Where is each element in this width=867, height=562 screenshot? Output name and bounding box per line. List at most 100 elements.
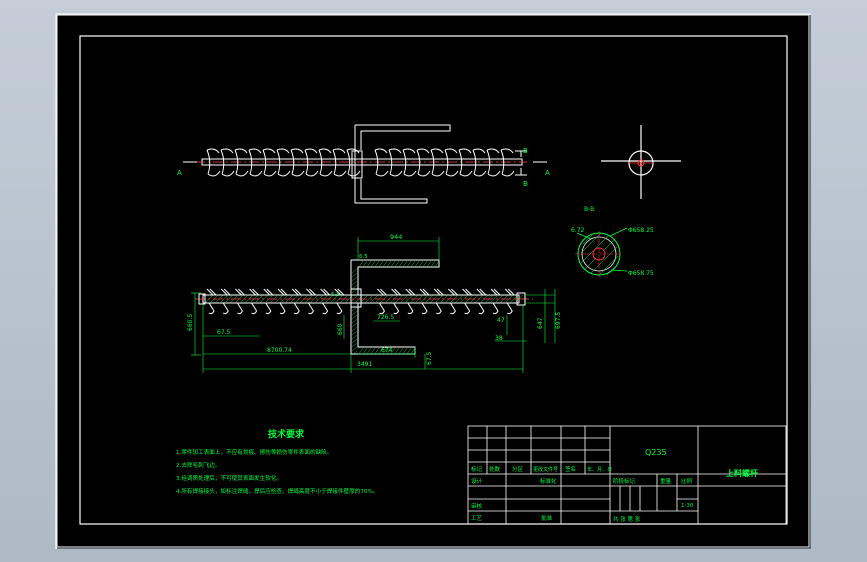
dim-right-d: 38 (495, 335, 503, 342)
dim-right-c: 697.5 (555, 312, 562, 329)
hatch-line (394, 260, 400, 268)
sheets-count: 共 张 第 张 (613, 515, 641, 523)
hatch-line (370, 260, 376, 268)
hatch-line (414, 260, 420, 268)
flight-bottom (319, 170, 333, 177)
hatch-line (351, 310, 358, 316)
end-view (601, 125, 681, 199)
section-title: B-B (584, 206, 594, 213)
flight-lower (393, 302, 400, 315)
hatch-line (351, 338, 358, 344)
hatch-line (434, 260, 440, 268)
tech-item-1: 1.零件加工表面上，不应有划痕、擦伤等损伤零件表面的缺陷。 (176, 448, 332, 456)
col-change-doc: 更改文件号 (533, 466, 558, 473)
review-label: 审核 (471, 502, 483, 510)
flight-top (388, 148, 402, 154)
flight-upper (235, 288, 245, 296)
flight-lower (407, 302, 414, 315)
flight-upper (291, 288, 302, 296)
flight-top (430, 148, 444, 154)
flight-lower (208, 302, 215, 315)
hatch-line (351, 346, 358, 352)
hatch-line (362, 347, 368, 355)
hatch-line (426, 260, 432, 268)
tech-item-2: 2.去除毛刺飞边。 (176, 461, 221, 469)
flight-upper (220, 288, 231, 296)
flight-lower (449, 302, 456, 315)
flight-top (402, 148, 416, 154)
section-mark-b-top: B (523, 147, 528, 155)
dim-top-offset: 6.5 (359, 254, 368, 260)
hatch-line (358, 347, 364, 355)
flight-top (290, 148, 304, 154)
flight-bottom (277, 170, 291, 177)
technical-requirements: 技术要求 1.零件加工表面上，不应有划痕、擦伤等损伤零件表面的缺陷。 2.去除毛… (176, 428, 378, 495)
flight-bottom (263, 170, 277, 177)
flight-lower (293, 302, 300, 315)
flight-top (444, 148, 458, 154)
flight-upper (476, 288, 487, 296)
flight-bottom (291, 170, 305, 177)
flight-bottom (487, 170, 501, 177)
hatch-line (402, 260, 408, 268)
hatch-line (402, 347, 408, 355)
hatch-line (382, 260, 388, 268)
hatch-line (418, 260, 424, 268)
flight-top (458, 148, 472, 154)
flight-upper (320, 288, 330, 296)
tech-item-3: 3.经调质处理后，不可使其表面发生软化。 (176, 474, 282, 482)
flight-top (234, 148, 248, 154)
dim-right-a: 47 (497, 317, 505, 324)
screw-front-view: 944 6.5 660.5 67.5 8700.74 726.5 660 674… (187, 233, 562, 373)
hatch-line (351, 314, 358, 320)
flight-bottom (431, 170, 445, 177)
scale-value: 1:30 (681, 503, 694, 509)
material: Q235 (645, 448, 667, 457)
flight-top (220, 148, 234, 154)
flight-top (486, 148, 500, 154)
flight-upper (249, 288, 259, 296)
section-mark-a-left: A (177, 169, 182, 177)
flight-bottom (389, 170, 403, 177)
hatch-line (386, 260, 392, 268)
hatch-line (374, 347, 380, 355)
flight-lower (421, 302, 428, 315)
hatch-line (351, 280, 358, 286)
flight-top (472, 148, 486, 154)
flight-upper (490, 288, 501, 296)
flight-top (248, 148, 262, 154)
hatch-line (366, 347, 372, 355)
dim-pitch: 8700.74 (267, 347, 292, 354)
hatch-line (351, 334, 358, 340)
process-label: 工艺 (471, 515, 483, 522)
flight-lower (322, 302, 329, 315)
flight-bottom (375, 170, 389, 177)
flight-lower (236, 302, 243, 315)
flight-bottom (417, 170, 431, 177)
flight-upper (263, 288, 274, 296)
flight-lower (378, 302, 385, 315)
flight-bottom (305, 170, 319, 177)
flight-upper (377, 288, 387, 296)
section-mark-a-right: A (545, 169, 550, 177)
flight-bottom (445, 170, 459, 177)
flight-upper (405, 288, 416, 296)
dim-right-b: 647 (537, 317, 544, 329)
flight-bottom (235, 170, 249, 177)
hatch-line (351, 272, 358, 278)
hatch-line (351, 288, 358, 294)
hatch-line (370, 347, 376, 355)
flight-lower (506, 302, 513, 315)
flight-top (500, 148, 514, 154)
hatch-line (351, 306, 358, 312)
cad-drawing: A A B B B-B Φ658.25 Φ658.75 6.72 944 6.5… (56, 14, 810, 548)
tech-heading: 技术要求 (268, 428, 305, 440)
flight-upper (448, 288, 458, 296)
flight-upper (306, 288, 316, 296)
flight-upper (419, 288, 430, 296)
hatch-line (351, 318, 358, 324)
flight-lower (222, 302, 229, 315)
flight-bottom (459, 170, 473, 177)
flight-lower (336, 302, 343, 315)
scale-header: 比例 (681, 477, 693, 485)
